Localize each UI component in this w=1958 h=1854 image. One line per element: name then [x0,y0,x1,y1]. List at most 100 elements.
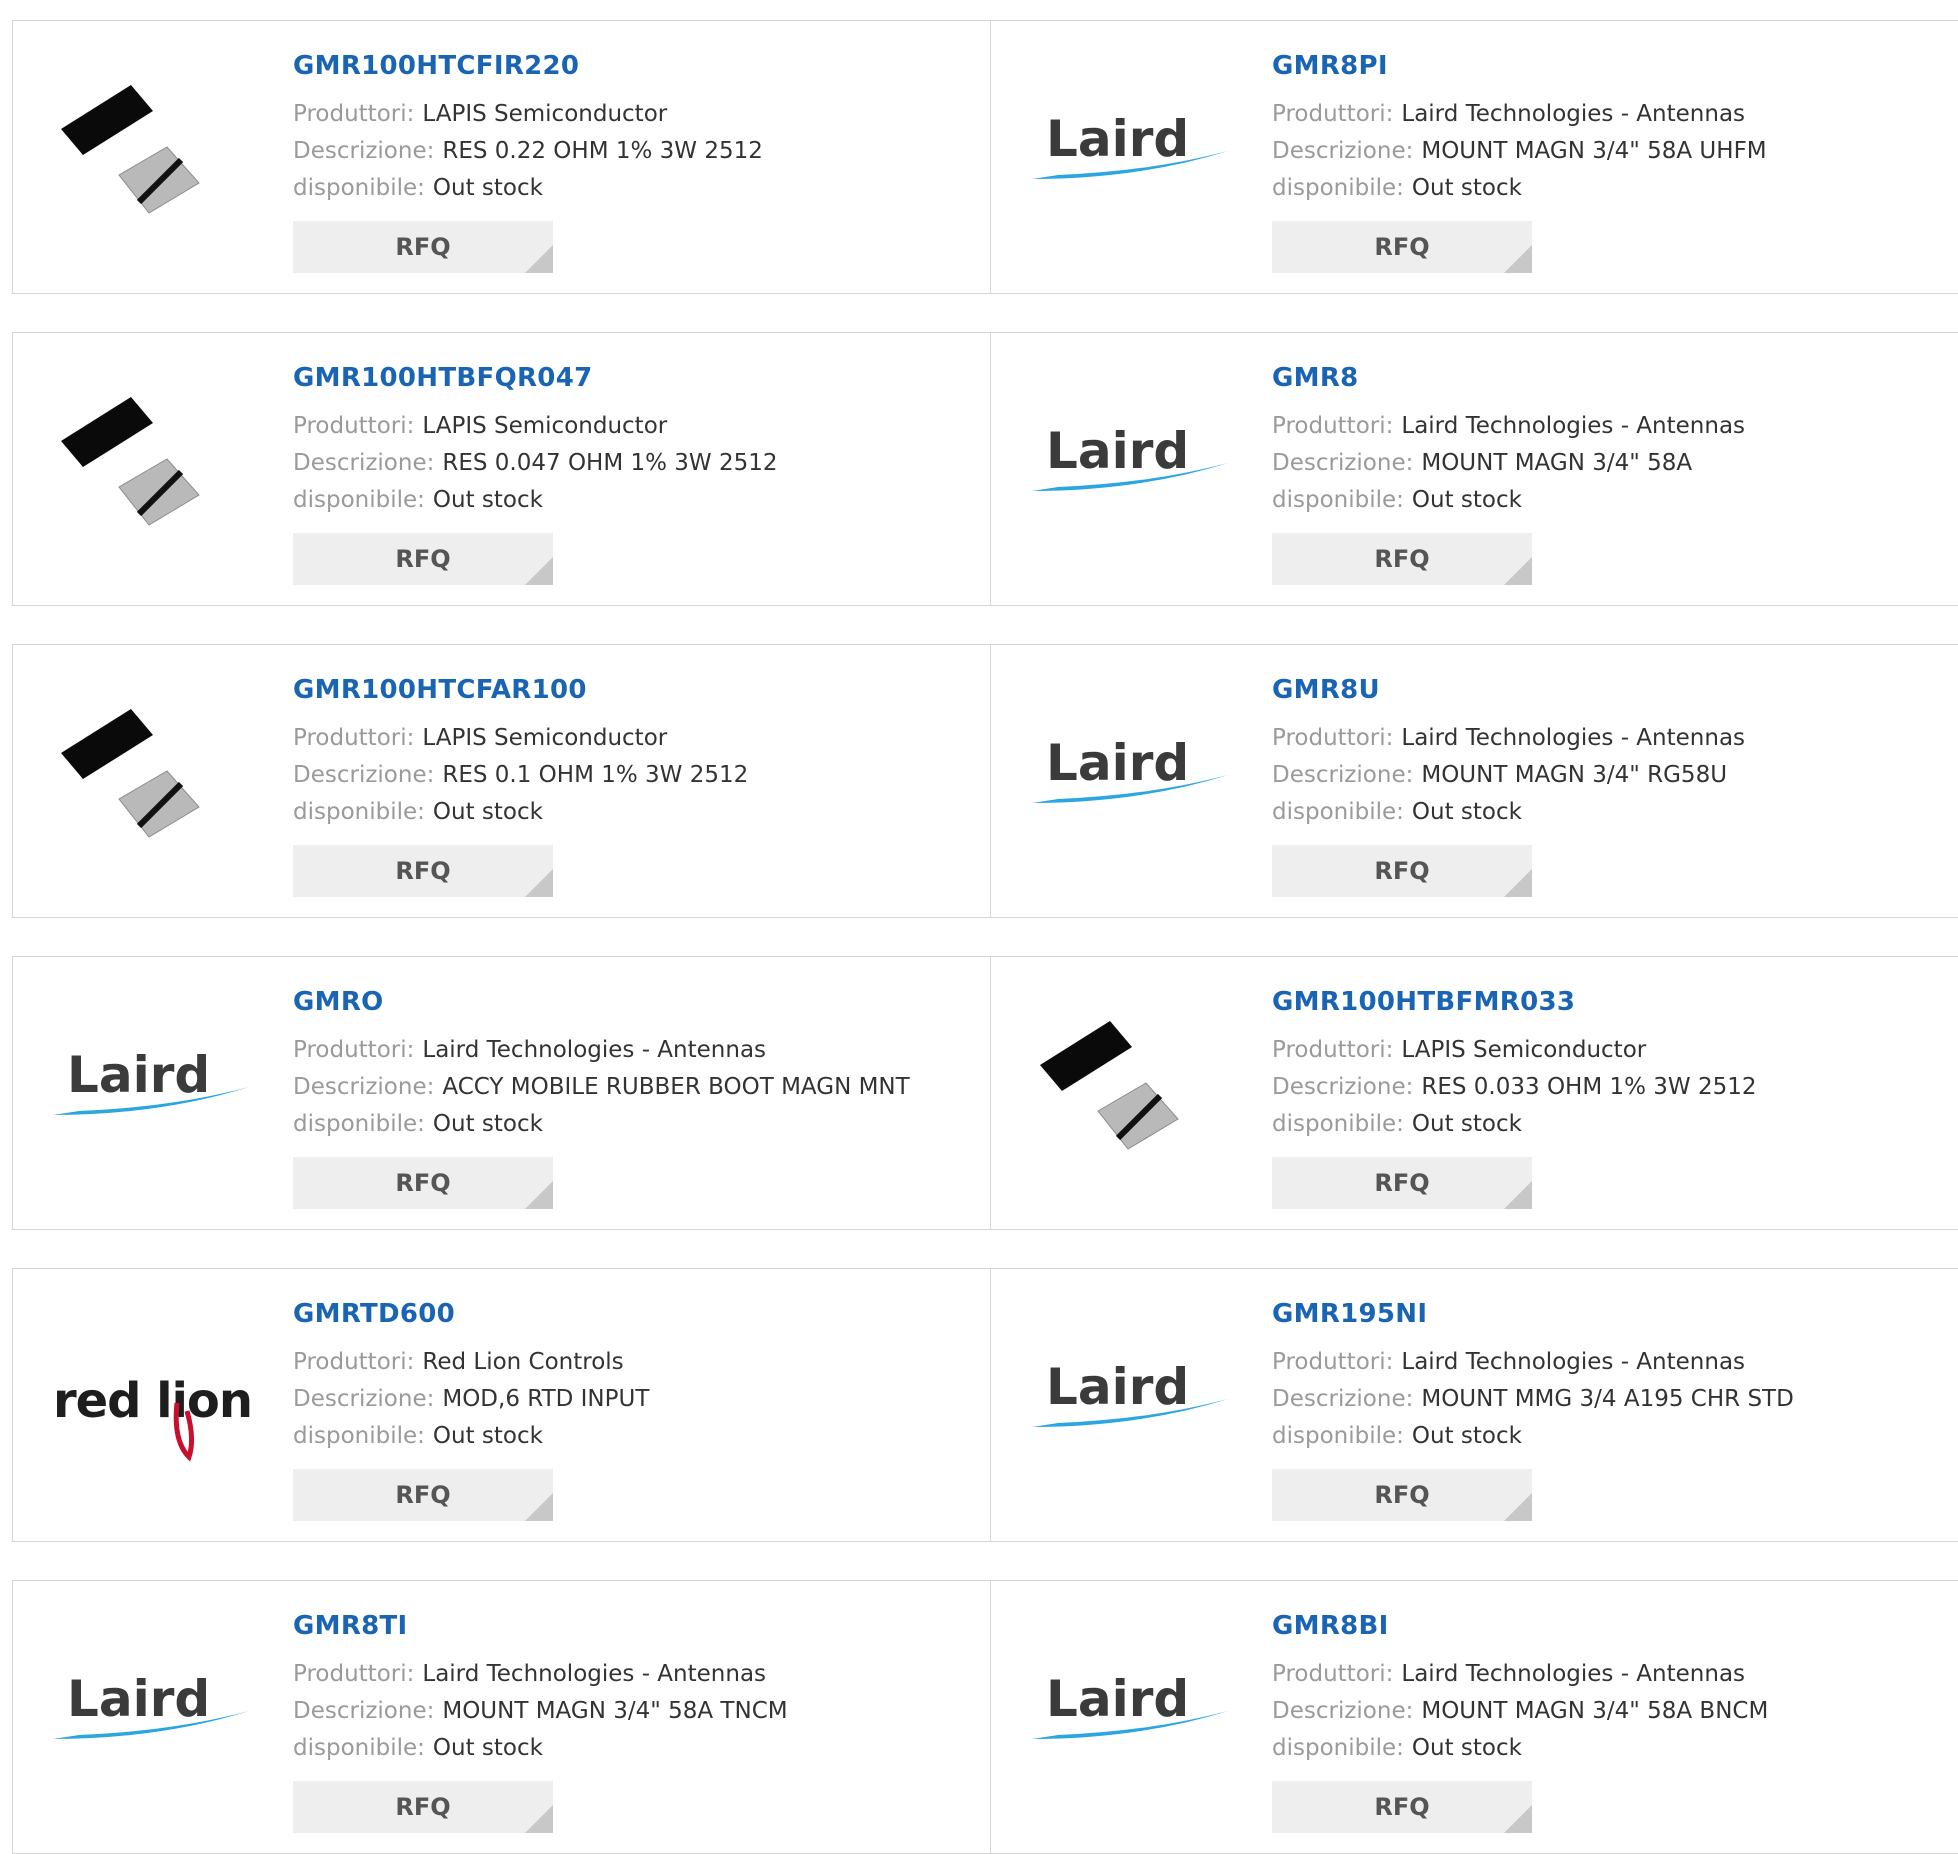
rfq-label: RFQ [395,857,451,885]
laird-logo[interactable]: Laird [49,1641,269,1791]
part-number-link[interactable]: GMR100HTBFMR033 [1272,987,1575,1017]
part-number-link[interactable]: GMR8BI [1272,1611,1389,1641]
manufacturer-row: Produttori: LAPIS Semiconductor [293,725,667,751]
rfq-button[interactable]: RFQ [1272,845,1532,897]
rfq-label: RFQ [395,233,451,261]
part-number-link[interactable]: GMR100HTCFIR220 [293,51,579,81]
column-divider [990,957,991,1229]
laird-logo[interactable]: Laird [1028,81,1248,231]
availability-value: Out stock [1411,1423,1522,1449]
description-label: Descrizione: [293,1698,435,1724]
description-label: Descrizione: [293,1074,435,1100]
rfq-button[interactable]: RFQ [1272,221,1532,273]
resistor-icon[interactable] [49,393,269,543]
availability-label: disponibile: [293,1111,425,1137]
rfq-button[interactable]: RFQ [293,221,553,273]
product-grid: GMR100HTCFIR220 Produttori: LAPIS Semicon… [0,0,1958,1854]
rfq-label: RFQ [1374,857,1430,885]
availability-row: disponibile: Out stock [1272,1111,1522,1137]
rfq-button[interactable]: RFQ [1272,1469,1532,1521]
description-label: Descrizione: [293,1386,435,1412]
corner-triangle-icon [1504,869,1532,897]
manufacturer-label: Produttori: [1272,725,1394,751]
resistor-icon[interactable] [1028,1017,1248,1167]
availability-value: Out stock [1411,799,1522,825]
description-row: Descrizione: ACCY MOBILE RUBBER BOOT MAGN… [293,1074,910,1100]
column-divider [990,21,991,293]
rfq-button[interactable]: RFQ [293,1781,553,1833]
rfq-button[interactable]: RFQ [293,1469,553,1521]
availability-value: Out stock [432,1735,543,1761]
description-value: MOD,6 RTD INPUT [442,1386,650,1412]
product-card: Laird GMR8 Produttori: Laird Technologies… [992,333,1958,605]
description-row: Descrizione: MOD,6 RTD INPUT [293,1386,649,1412]
description-row: Descrizione: RES 0.22 OHM 1% 3W 2512 [293,138,763,164]
availability-label: disponibile: [293,1735,425,1761]
column-divider [990,333,991,605]
rfq-button[interactable]: RFQ [1272,533,1532,585]
rfq-label: RFQ [1374,1481,1430,1509]
part-number-link[interactable]: GMR8TI [293,1611,408,1641]
corner-triangle-icon [525,869,553,897]
description-value: RES 0.22 OHM 1% 3W 2512 [442,138,763,164]
description-value: ACCY MOBILE RUBBER BOOT MAGN MNT [442,1074,910,1100]
availability-row: disponibile: Out stock [293,487,543,513]
description-value: MOUNT MAGN 3/4" RG58U [1421,762,1728,788]
product-row: GMR100HTCFAR100 Produttori: LAPIS Semicon… [12,644,1958,918]
laird-logo[interactable]: Laird [1028,705,1248,855]
manufacturer-label: Produttori: [1272,1661,1394,1687]
laird-logo[interactable]: Laird [1028,1329,1248,1479]
product-card: GMR100HTBFQR047 Produttori: LAPIS Semicon… [13,333,990,605]
redlion-logo[interactable]: red lion [49,1329,269,1479]
rfq-button[interactable]: RFQ [1272,1781,1532,1833]
corner-triangle-icon [1504,1493,1532,1521]
description-value: MOUNT MAGN 3/4" 58A [1421,450,1693,476]
laird-logo[interactable]: Laird [1028,393,1248,543]
availability-value: Out stock [432,487,543,513]
laird-logo[interactable]: Laird [1028,1641,1248,1791]
description-row: Descrizione: MOUNT MAGN 3/4" 58A BNCM [1272,1698,1768,1724]
part-number-link[interactable]: GMRTD600 [293,1299,455,1329]
resistor-icon[interactable] [49,705,269,855]
availability-value: Out stock [1411,1735,1522,1761]
rfq-button[interactable]: RFQ [1272,1157,1532,1209]
resistor-icon[interactable] [49,81,269,231]
part-number-link[interactable]: GMRO [293,987,384,1017]
rfq-button[interactable]: RFQ [293,533,553,585]
corner-triangle-icon [1504,1181,1532,1209]
part-number-link[interactable]: GMR100HTBFQR047 [293,363,592,393]
part-number-link[interactable]: GMR8PI [1272,51,1388,81]
manufacturer-row: Produttori: LAPIS Semiconductor [293,101,667,127]
rfq-button[interactable]: RFQ [293,845,553,897]
manufacturer-label: Produttori: [1272,413,1394,439]
availability-value: Out stock [432,175,543,201]
manufacturer-value: Laird Technologies - Antennas [1401,413,1746,439]
part-number-link[interactable]: GMR8U [1272,675,1380,705]
availability-label: disponibile: [293,799,425,825]
description-row: Descrizione: MOUNT MAGN 3/4" 58A TNCM [293,1698,788,1724]
manufacturer-value: Laird Technologies - Antennas [422,1661,767,1687]
manufacturer-value: LAPIS Semiconductor [422,725,668,751]
availability-label: disponibile: [293,1423,425,1449]
rfq-label: RFQ [1374,1793,1430,1821]
product-card: Laird GMR8TI Produttori: Laird Technologi… [13,1581,990,1853]
product-card: Laird GMR8BI Produttori: Laird Technologi… [992,1581,1958,1853]
manufacturer-label: Produttori: [293,101,415,127]
rfq-button[interactable]: RFQ [293,1157,553,1209]
part-number-link[interactable]: GMR100HTCFAR100 [293,675,587,705]
column-divider [990,1581,991,1853]
product-card: GMR100HTCFIR220 Produttori: LAPIS Semicon… [13,21,990,293]
availability-label: disponibile: [293,487,425,513]
manufacturer-row: Produttori: Laird Technologies - Antennas [1272,1349,1745,1375]
corner-triangle-icon [525,1181,553,1209]
part-number-link[interactable]: GMR8 [1272,363,1359,393]
description-label: Descrizione: [1272,138,1414,164]
laird-logo[interactable]: Laird [49,1017,269,1167]
description-row: Descrizione: RES 0.1 OHM 1% 3W 2512 [293,762,748,788]
part-number-link[interactable]: GMR195NI [1272,1299,1427,1329]
availability-value: Out stock [1411,175,1522,201]
manufacturer-label: Produttori: [293,1349,415,1375]
availability-value: Out stock [432,799,543,825]
rfq-label: RFQ [395,1793,451,1821]
description-label: Descrizione: [1272,450,1414,476]
